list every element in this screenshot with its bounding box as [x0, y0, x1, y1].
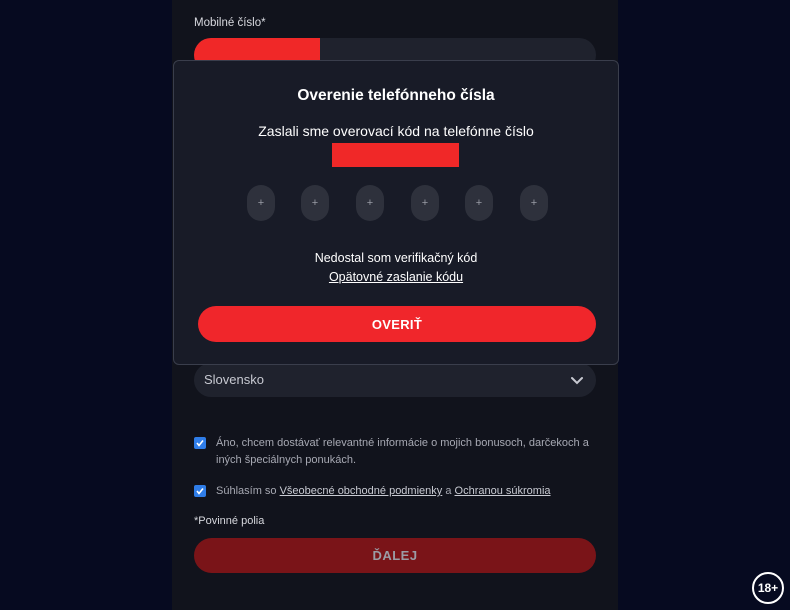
consent-terms: Súhlasím so Všeobecné obchodné podmienky…: [194, 483, 596, 500]
privacy-link[interactable]: Ochranou súkromia: [455, 485, 551, 497]
redacted-phone-number: [332, 143, 459, 167]
check-icon: [196, 440, 204, 447]
country-select[interactable]: Slovensko: [194, 363, 596, 397]
consent-marketing: Áno, chcem dostávať relevantné informáci…: [194, 435, 596, 469]
consent-terms-join: a: [445, 485, 452, 497]
consent-marketing-text: Áno, chcem dostávať relevantné informáci…: [216, 437, 589, 466]
checkbox-terms[interactable]: [194, 485, 206, 497]
code-digit-input[interactable]: +: [356, 185, 384, 221]
code-digit-input[interactable]: +: [411, 185, 439, 221]
check-icon: [196, 488, 204, 495]
verify-button[interactable]: OVERIŤ: [198, 306, 596, 342]
resend-question: Nedostal som verifikačný kód: [314, 251, 478, 265]
checkbox-marketing[interactable]: [194, 437, 206, 449]
modal-title: Overenie telefónneho čísla: [297, 87, 495, 104]
consent-terms-text: Súhlasím so Všeobecné obchodné podmienky…: [216, 483, 596, 500]
terms-link[interactable]: Všeobecné obchodné podmienky: [280, 485, 443, 497]
modal-message: Zaslali sme overovací kód na telefónne č…: [258, 123, 534, 139]
resend-code-link[interactable]: Opätovné zaslanie kódu: [174, 270, 618, 284]
required-fields-note: *Povinné polia: [194, 515, 265, 527]
code-digit-input[interactable]: +: [301, 185, 329, 221]
country-select-value: Slovensko: [204, 372, 264, 387]
next-button[interactable]: ĎALEJ: [194, 538, 596, 573]
code-digit-input[interactable]: +: [520, 185, 548, 221]
code-digit-input[interactable]: +: [465, 185, 493, 221]
age-restriction-badge: 18+: [752, 572, 784, 604]
chevron-down-icon: [570, 374, 584, 386]
consent-terms-prefix: Súhlasím so: [216, 485, 277, 497]
phone-verification-modal: Overenie telefónneho čísla Zaslali sme o…: [173, 60, 619, 365]
phone-field-label: Mobilné číslo*: [194, 17, 266, 29]
code-digit-input[interactable]: +: [247, 185, 275, 221]
